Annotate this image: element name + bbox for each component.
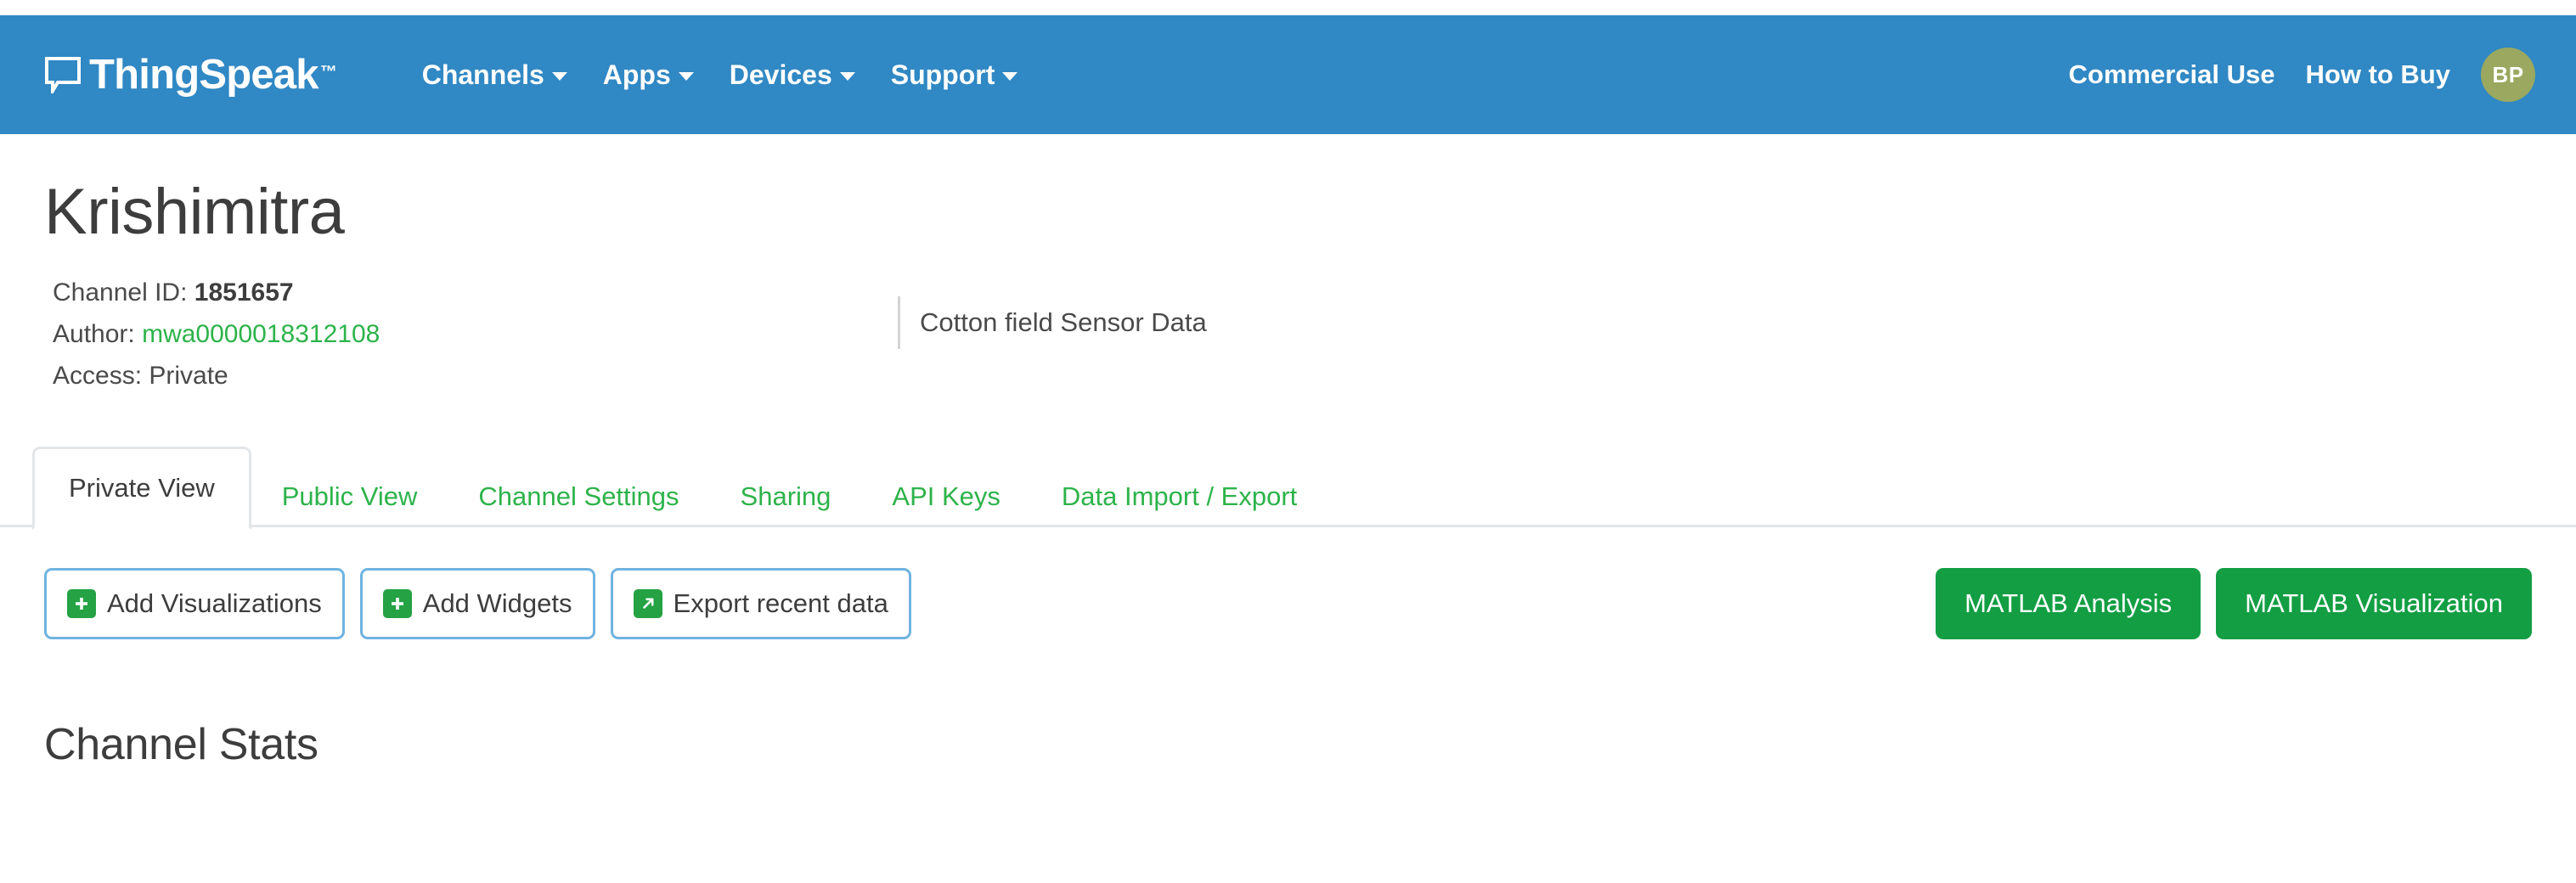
matlab-button-group: MATLAB Analysis MATLAB Visualization — [1920, 568, 2532, 639]
navbar-menu: Channels Apps Devices Support — [422, 59, 1054, 91]
channel-author-row: Author: mwa0000018312108 — [53, 314, 2576, 356]
tab-public-view-label: Public View — [281, 481, 418, 511]
chevron-down-icon — [551, 72, 567, 81]
tab-channel-settings-label: Channel Settings — [478, 481, 679, 511]
matlab-analysis-button[interactable]: MATLAB Analysis — [1936, 568, 2201, 639]
add-widgets-label: Add Widgets — [422, 588, 572, 618]
channel-description: Cotton field Sensor Data — [920, 307, 1207, 337]
speech-bubble-icon — [44, 56, 82, 98]
navbar-left-group: ThingSpeak ™ Channels Apps Devices Suppo… — [0, 51, 1054, 98]
nav-item-channels[interactable]: Channels — [422, 59, 567, 91]
export-recent-data-label: Export recent data — [673, 588, 888, 618]
export-recent-data-button[interactable]: Export recent data — [610, 568, 911, 639]
channel-access-value: Private — [149, 361, 228, 390]
nav-link-how-to-buy[interactable]: How to Buy — [2306, 59, 2451, 90]
nav-item-support[interactable]: Support — [891, 59, 1018, 91]
channel-access-label: Access: — [53, 361, 143, 390]
tab-private-view-label: Private View — [69, 473, 215, 503]
channel-access-row: Access: Private — [53, 356, 2576, 397]
channel-id-value: 1851657 — [194, 278, 294, 307]
tab-channel-settings[interactable]: Channel Settings — [448, 466, 709, 527]
add-visualizations-button[interactable]: Add Visualizations — [44, 568, 345, 639]
nav-item-channels-label: Channels — [421, 59, 544, 90]
tab-public-view[interactable]: Public View — [251, 466, 448, 527]
thingspeak-logo[interactable]: ThingSpeak ™ — [44, 51, 337, 98]
channel-author-link[interactable]: mwa0000018312108 — [142, 320, 380, 348]
page-title: Krishimitra — [44, 176, 345, 248]
channel-author-label: Author: — [53, 319, 135, 348]
channel-id-row: Channel ID: 1851657 — [53, 273, 2576, 314]
channel-id-label: Channel ID: — [53, 278, 188, 307]
channel-meta-list: Channel ID: 1851657 Author: mwa000001831… — [53, 273, 2576, 397]
nav-item-devices-label: Devices — [729, 59, 832, 90]
trademark-symbol: ™ — [319, 62, 337, 82]
nav-item-support-label: Support — [890, 59, 995, 90]
channel-toolbar: Add Visualizations Add Widgets Export re… — [0, 565, 2576, 643]
navbar-right-group: Commercial Use How to Buy BP — [2069, 48, 2576, 102]
channel-description-block: Cotton field Sensor Data — [898, 296, 1207, 349]
channel-tabs: Private View Public View Channel Setting… — [0, 444, 2576, 530]
nav-item-apps[interactable]: Apps — [603, 59, 694, 91]
tab-data-import-export[interactable]: Data Import / Export — [1031, 466, 1327, 527]
chevron-down-icon — [678, 72, 694, 81]
external-link-arrow-icon — [633, 589, 662, 618]
avatar[interactable]: BP — [2481, 48, 2535, 102]
brand-name: ThingSpeak — [89, 51, 319, 98]
tab-api-keys-label: API Keys — [892, 481, 1001, 511]
channel-meta-section: Channel ID: 1851657 Author: mwa000001831… — [0, 273, 2576, 400]
add-widgets-button[interactable]: Add Widgets — [359, 568, 595, 639]
tab-data-import-export-label: Data Import / Export — [1061, 481, 1298, 511]
nav-link-commercial-use[interactable]: Commercial Use — [2069, 59, 2275, 90]
nav-item-apps-label: Apps — [602, 59, 671, 90]
channel-page: Krishimitra Channel ID: 1851657 Author: … — [0, 134, 2576, 770]
channel-stats-heading: Channel Stats — [44, 720, 318, 769]
chevron-down-icon — [839, 72, 855, 81]
chevron-down-icon — [1002, 72, 1018, 81]
plus-icon — [67, 589, 96, 618]
nav-item-devices[interactable]: Devices — [730, 59, 855, 91]
plus-icon — [382, 589, 412, 618]
matlab-visualization-button[interactable]: MATLAB Visualization — [2216, 568, 2532, 639]
avatar-initials: BP — [2492, 61, 2524, 87]
tab-api-keys[interactable]: API Keys — [861, 466, 1031, 527]
add-visualizations-label: Add Visualizations — [107, 588, 322, 618]
top-navbar: ThingSpeak ™ Channels Apps Devices Suppo… — [0, 15, 2576, 134]
tab-sharing-label: Sharing — [740, 481, 831, 511]
tab-private-view[interactable]: Private View — [32, 447, 251, 530]
tab-sharing[interactable]: Sharing — [710, 466, 862, 527]
